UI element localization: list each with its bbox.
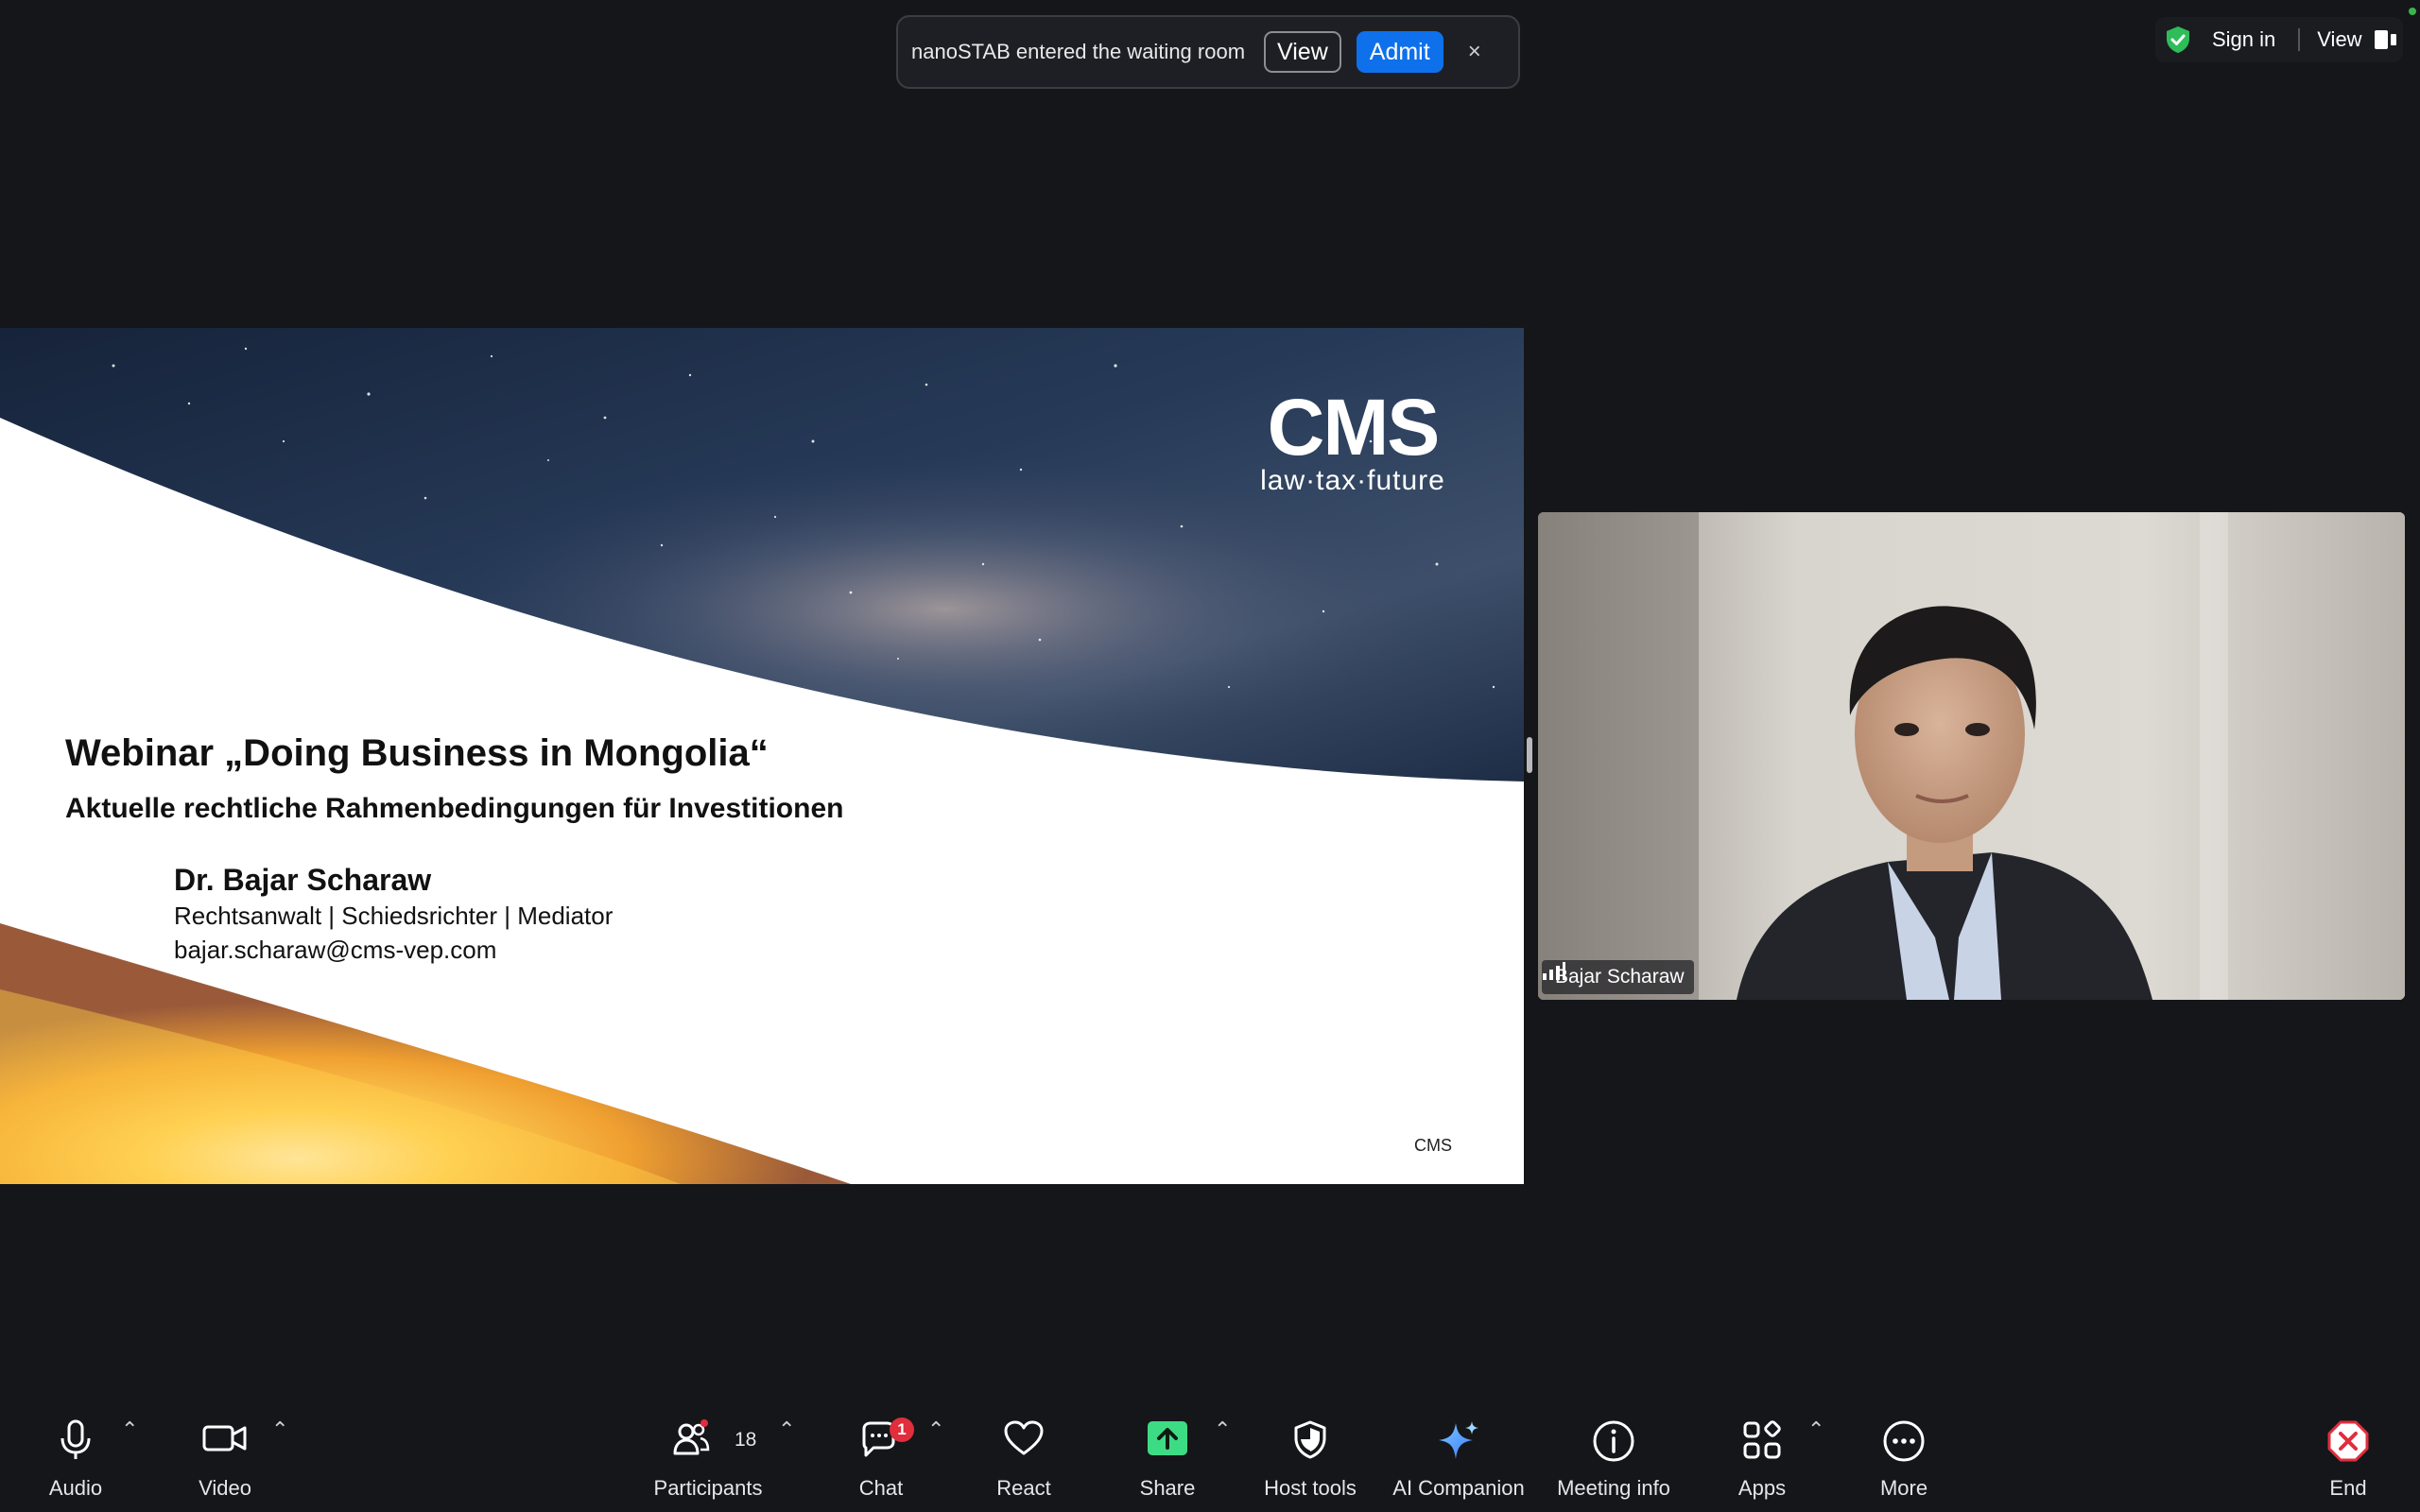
signal-strength-icon <box>1543 962 1565 980</box>
divider <box>2298 28 2301 51</box>
split-view-drag-handle[interactable] <box>1527 737 1532 773</box>
close-notification-icon[interactable]: × <box>1468 39 1481 65</box>
heart-icon <box>1004 1420 1044 1455</box>
more-label: More <box>1879 1476 1928 1500</box>
react-label: React <box>996 1476 1051 1500</box>
cms-logo: CMS law·tax·future <box>1253 387 1452 495</box>
apps-label: Apps <box>1737 1476 1787 1500</box>
presenter-email: bajar.scharaw@cms-vep.com <box>174 936 497 964</box>
chat-unread-badge: 1 <box>890 1418 914 1442</box>
apps-options-chevron-up-icon[interactable]: ⌃ <box>1807 1418 1824 1442</box>
participant-video-feed <box>1538 512 2405 1000</box>
notification-message: nanoSTAB entered the waiting room <box>911 40 1246 63</box>
participants-icon <box>673 1419 710 1455</box>
participant-name-tag: Bajar Scharaw <box>1542 960 1694 994</box>
participant-name: Bajar Scharaw <box>1555 966 1685 988</box>
slide-footer: CMS <box>1414 1136 1452 1155</box>
cms-logo-text: CMS <box>1267 383 1441 472</box>
slide-subtitle: Aktuelle rechtliche Rahmenbedingungen fü… <box>65 793 844 824</box>
end-meeting-icon <box>2327 1420 2369 1462</box>
presenter-roles: Rechtsanwalt | Schiedsrichter | Mediator <box>174 902 614 930</box>
sign-in-link[interactable]: Sign in <box>2212 27 2275 52</box>
ai-companion-label: AI Companion <box>1392 1476 1525 1500</box>
audio-options-chevron-up-icon[interactable]: ⌃ <box>121 1418 138 1442</box>
video-label: Video <box>199 1476 251 1500</box>
status-dot <box>2409 8 2416 15</box>
info-icon <box>1593 1420 1634 1462</box>
meeting-toolbar: Audio ⌃ Video ⌃ 18 Participants ⌃ 1 Chat… <box>0 1399 2420 1512</box>
chat-options-chevron-up-icon[interactable]: ⌃ <box>927 1418 944 1442</box>
view-layout-icon[interactable] <box>2374 28 2398 51</box>
view-menu-button[interactable]: View <box>2317 27 2361 52</box>
view-waiting-room-button[interactable]: View <box>1264 31 1341 73</box>
video-options-chevron-up-icon[interactable]: ⌃ <box>271 1418 288 1442</box>
more-ellipsis-icon <box>1883 1420 1925 1462</box>
host-tools-label: Host tools <box>1264 1476 1357 1500</box>
presenter-name: Dr. Bajar Scharaw <box>174 863 432 897</box>
host-tools-shield-icon <box>1294 1420 1326 1459</box>
participants-count: 18 <box>735 1429 757 1451</box>
top-right-controls: Sign in View <box>2155 17 2403 62</box>
apps-icon <box>1743 1420 1781 1459</box>
share-label: Share <box>1139 1476 1196 1500</box>
shared-screen-slide: CMS law·tax·future Webinar „Doing Busine… <box>0 328 1524 1184</box>
participants-options-chevron-up-icon[interactable]: ⌃ <box>778 1418 795 1442</box>
participants-label: Participants <box>653 1476 763 1500</box>
share-options-chevron-up-icon[interactable]: ⌃ <box>1214 1418 1231 1442</box>
meeting-info-label: Meeting info <box>1557 1476 1670 1500</box>
chat-label: Chat <box>858 1476 904 1500</box>
green-shield-check-icon[interactable] <box>2163 25 2193 55</box>
audio-label: Audio <box>48 1476 103 1500</box>
ai-companion-sparkle-icon <box>1439 1421 1478 1459</box>
video-camera-icon <box>202 1425 247 1452</box>
admit-button[interactable]: Admit <box>1356 31 1443 73</box>
share-screen-icon <box>1148 1421 1187 1455</box>
waiting-room-notification: nanoSTAB entered the waiting room View A… <box>896 15 1520 89</box>
participant-video-tile[interactable]: Bajar Scharaw <box>1538 512 2405 1000</box>
slide-title: Webinar „Doing Business in Mongolia“ <box>65 732 769 774</box>
cms-logo-tagline: law·tax·future <box>1260 465 1445 496</box>
microphone-icon <box>60 1419 91 1459</box>
end-label: End <box>2329 1476 2367 1500</box>
